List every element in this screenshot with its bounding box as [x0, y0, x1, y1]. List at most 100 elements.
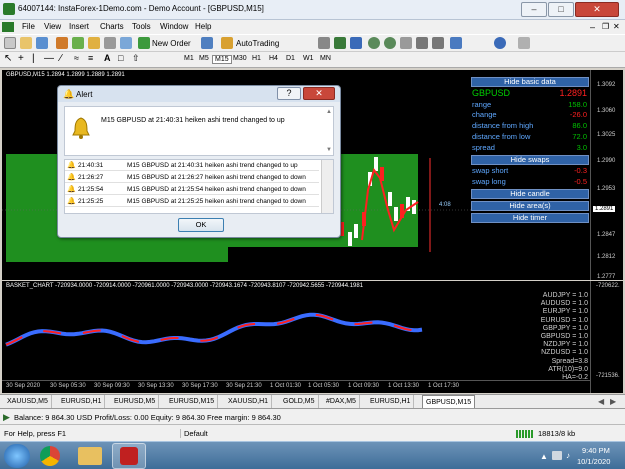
menu-file[interactable]: File — [22, 22, 35, 31]
minimize-button[interactable]: – — [521, 2, 547, 17]
alert-list-row[interactable]: 🔔 21:25:54 M15 GBPUSD at 21:25:54 heiken… — [65, 184, 319, 195]
tf-m15[interactable]: M15 — [212, 55, 232, 64]
chart-shift-icon[interactable] — [432, 37, 444, 49]
arrows-icon[interactable]: ⇧ — [132, 53, 140, 64]
time-axis: 30 Sep 2020 30 Sep 05:30 30 Sep 09:30 30… — [2, 380, 590, 393]
hide-areas-button[interactable]: Hide area(s) — [471, 201, 589, 211]
periods-icon[interactable] — [494, 37, 506, 49]
indicators-icon[interactable] — [450, 37, 462, 49]
alert-dialog: 🔔 Alert ? ✕ M15 GBPUSD at 21:40:31 heike… — [57, 85, 341, 238]
candlestick-icon[interactable] — [334, 37, 346, 49]
tab-gbpusd-m15[interactable]: GBPUSD,M15 — [422, 395, 476, 408]
tab-eurusd-m15[interactable]: EURUSD,M15 — [166, 395, 219, 408]
horizontal-line-icon[interactable]: — — [44, 53, 54, 64]
window-titlebar: 64007144: InstaForex-1Demo.com - Demo Ac… — [0, 0, 625, 20]
mdi-restore-icon[interactable]: ❐ — [602, 22, 609, 31]
tray-arrow-icon[interactable]: ▲ — [540, 452, 548, 461]
start-button[interactable] — [4, 444, 30, 468]
close-button[interactable]: ✕ — [575, 2, 619, 17]
bar-chart-icon[interactable] — [318, 37, 330, 49]
volume-icon[interactable]: ♪ — [566, 451, 570, 460]
templates-icon[interactable] — [518, 37, 530, 49]
connection-icon — [516, 430, 534, 438]
tab-xauusd-h1[interactable]: XAUUSD,H1 — [225, 395, 273, 408]
help-button[interactable]: ? — [277, 87, 301, 100]
line-chart-icon[interactable] — [350, 37, 362, 49]
tab-scroll-right-icon[interactable]: ▶ — [610, 397, 616, 406]
tab-eurusd-h1[interactable]: EURUSD,H1 — [58, 395, 106, 408]
scroll-down-icon[interactable]: ▼ — [326, 147, 332, 153]
tab-gold-m5[interactable]: GOLD,M5 — [280, 395, 319, 408]
tf-m5[interactable]: M5 — [197, 55, 211, 62]
hide-candle-button[interactable]: Hide candle — [471, 189, 589, 199]
mdi-close-icon[interactable]: ✕ — [613, 22, 620, 31]
menu-help[interactable]: Help — [195, 22, 211, 31]
profiles-icon[interactable] — [36, 37, 48, 49]
fibonacci-icon[interactable]: ≡ — [88, 53, 93, 63]
alert-list-row[interactable]: 🔔 21:40:31 M15 GBPUSD at 21:40:31 heiken… — [65, 160, 319, 171]
hide-timer-button[interactable]: Hide timer — [471, 213, 589, 223]
metaeditor-icon[interactable] — [201, 37, 213, 49]
autotrading-icon[interactable] — [221, 37, 233, 49]
menu-window[interactable]: Window — [160, 22, 188, 31]
alert-list-row[interactable]: 🔔 21:26:27 M15 GBPUSD at 21:26:27 heiken… — [65, 172, 319, 183]
symbol-row: GBPUSD 1.2891 — [471, 88, 589, 100]
new-order-button[interactable]: New Order — [152, 39, 191, 48]
alert-list-scrollbar[interactable] — [321, 160, 333, 213]
tf-mn[interactable]: MN — [318, 55, 333, 62]
tf-h4[interactable]: H4 — [267, 55, 280, 62]
autotrading-button[interactable]: AutoTrading — [236, 39, 279, 48]
crosshair-icon[interactable]: + — [18, 53, 24, 64]
alert-close-button[interactable]: ✕ — [303, 87, 335, 100]
tf-d1[interactable]: D1 — [284, 55, 297, 62]
network-icon[interactable] — [552, 451, 562, 460]
ok-button[interactable]: OK — [178, 218, 224, 232]
trendline-icon[interactable]: ∕ — [60, 53, 62, 64]
menu-view[interactable]: View — [44, 22, 61, 31]
label-icon[interactable]: □ — [118, 53, 123, 63]
tf-m1[interactable]: M1 — [182, 55, 196, 62]
terminal-icon[interactable] — [104, 37, 116, 49]
zoom-in-icon[interactable] — [368, 37, 380, 49]
data-window-icon[interactable] — [72, 37, 84, 49]
market-watch-icon[interactable] — [56, 37, 68, 49]
text-icon[interactable]: A — [104, 53, 111, 63]
scroll-up-icon[interactable]: ▲ — [326, 109, 332, 115]
hide-basic-data-button[interactable]: Hide basic data — [471, 77, 589, 87]
new-chart-icon[interactable] — [4, 37, 16, 49]
chrome-icon[interactable] — [40, 446, 60, 466]
tab-scroll-left-icon[interactable]: ◀ — [598, 397, 604, 406]
alert-list[interactable]: 🔔 21:40:31 M15 GBPUSD at 21:40:31 heiken… — [64, 159, 334, 214]
tab-eurusd-m5[interactable]: EURUSD,M5 — [111, 395, 160, 408]
tab-dax-m5[interactable]: #DAX,M5 — [323, 395, 360, 408]
maximize-button[interactable]: □ — [548, 2, 574, 17]
autoscroll-icon[interactable] — [416, 37, 428, 49]
new-order-icon[interactable] — [138, 37, 150, 49]
tile-windows-icon[interactable] — [400, 37, 412, 49]
mdi-minimize-icon[interactable]: – — [590, 22, 595, 32]
navigator-icon[interactable] — [88, 37, 100, 49]
basket-chart[interactable]: BASKET_CHART -720934.0000 -720914.0000 -… — [2, 281, 623, 393]
tf-m30[interactable]: M30 — [231, 55, 249, 62]
zoom-out-icon[interactable] — [384, 37, 396, 49]
metatrader-taskbar-button[interactable] — [112, 443, 146, 469]
vertical-line-icon[interactable]: | — [32, 53, 35, 64]
channel-icon[interactable]: ≈ — [74, 53, 79, 63]
menu-tools[interactable]: Tools — [132, 22, 151, 31]
tester-icon[interactable] — [120, 37, 132, 49]
metatrader-icon — [120, 447, 138, 465]
time-tick: 30 Sep 2020 — [6, 383, 41, 389]
hide-swaps-button[interactable]: Hide swaps — [471, 155, 589, 165]
tf-w1[interactable]: W1 — [301, 55, 316, 62]
tf-h1[interactable]: H1 — [250, 55, 263, 62]
menu-insert[interactable]: Insert — [69, 22, 89, 31]
tab-xauusd-m5[interactable]: XAUUSD,M5 — [4, 395, 52, 408]
alert-list-row[interactable]: 🔔 21:25:25 M15 GBPUSD at 21:25:25 heiken… — [65, 196, 319, 207]
range-row: range 158.0 — [472, 100, 587, 109]
tab-eurusd-h1-2[interactable]: EURUSD,H1 — [367, 395, 415, 408]
explorer-icon[interactable] — [78, 447, 102, 465]
menu-charts[interactable]: Charts — [100, 22, 124, 31]
drawing-toolbar: ↖ + | — ∕ ≈ ≡ A □ ⇧ M1 M5 M15 M30 H1 H4 … — [0, 52, 625, 68]
cursor-icon[interactable]: ↖ — [4, 53, 12, 64]
open-folder-icon[interactable] — [20, 37, 32, 49]
